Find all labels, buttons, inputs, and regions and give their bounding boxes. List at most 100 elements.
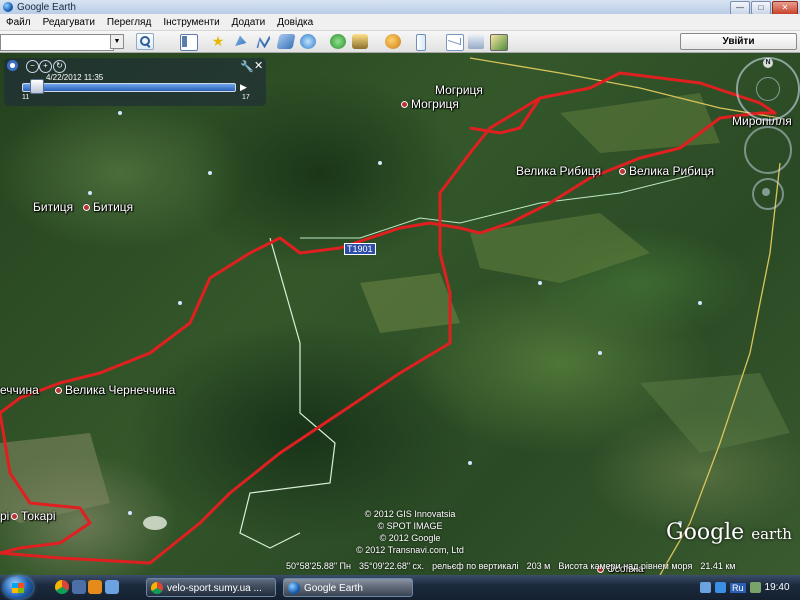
sunlight-icon[interactable]	[352, 34, 368, 49]
network-icon[interactable]	[715, 582, 726, 593]
copyright-line: © 2012 Transnavi.com, Ltd	[356, 545, 464, 555]
image-overlay-icon[interactable]	[276, 34, 296, 49]
place-label-mohrytsia[interactable]: Могриця	[435, 83, 483, 97]
loop-icon[interactable]: ↻	[53, 60, 66, 73]
boundary-line	[300, 172, 701, 239]
time-slider-panel: − + ↻ 🔧 ✕ 4/22/2012 11:35 ▶ 11 17	[4, 58, 266, 106]
menu-edit[interactable]: Редагувати	[37, 17, 101, 28]
logo-earth: earth	[751, 525, 792, 543]
time-slider-track[interactable]	[22, 83, 236, 92]
email-icon[interactable]	[446, 34, 464, 51]
street-view-icon[interactable]	[752, 178, 784, 210]
poi-marker	[538, 281, 542, 285]
place-mohrytsia[interactable]: Могриця	[398, 97, 459, 111]
menu-tools[interactable]: Інструменти	[157, 17, 225, 28]
close-button[interactable]: ✕	[772, 1, 798, 15]
poi-marker	[128, 511, 132, 515]
place-name: Токарі	[21, 509, 56, 523]
menu-add[interactable]: Додати	[226, 17, 272, 28]
map-view[interactable]: Могриця Могриця Миропілля Велика Рибиця …	[0, 53, 800, 575]
time-slider-start: 11	[22, 94, 30, 101]
google-earth-logo: Google earth	[666, 520, 792, 545]
start-button-icon[interactable]	[3, 576, 33, 599]
taskbar: velo-sport.sumy.ua ... Google Earth Ru 1…	[0, 575, 800, 600]
field-patch	[640, 373, 790, 453]
place-velyka-rybytsia[interactable]: Велика Рибиця	[616, 164, 714, 178]
north-icon[interactable]: N	[763, 58, 773, 68]
border-line	[659, 162, 781, 575]
login-button[interactable]: Увійти	[680, 33, 797, 50]
poi-marker	[118, 111, 122, 115]
toolbar: ▼ ★ Увійти	[0, 31, 800, 53]
path-icon[interactable]	[256, 35, 271, 49]
status-bar: 50°58'25.88" Пн 35°09'22.68" сх. рельєф …	[286, 559, 800, 573]
window-title: Google Earth	[17, 1, 76, 13]
window-controls: — □ ✕	[730, 1, 798, 15]
poi-marker	[208, 171, 212, 175]
place-velyka-chernechchyna[interactable]: Велика Чернеччина	[52, 383, 175, 397]
menu-help[interactable]: Довідка	[271, 17, 319, 28]
search-input[interactable]	[0, 34, 114, 51]
app-icon[interactable]	[88, 580, 102, 594]
copyright-line: © 2012 GIS Innovatsia	[364, 509, 456, 519]
planets-icon[interactable]	[385, 34, 401, 49]
volume-icon[interactable]	[749, 582, 761, 593]
place-bytytsia[interactable]: Битиця	[80, 200, 133, 214]
window-icon[interactable]	[105, 580, 119, 594]
place-name: Велика Чернеччина	[65, 383, 176, 397]
menu-view[interactable]: Перегляд	[101, 17, 157, 28]
record-tour-icon[interactable]	[300, 34, 316, 49]
chrome-icon[interactable]	[55, 580, 69, 594]
zoom-in-time-icon[interactable]: +	[39, 60, 52, 73]
placemark-icon[interactable]: ★	[210, 34, 226, 49]
status-elevation: 203 м	[526, 561, 551, 571]
time-slider-handle[interactable]	[30, 79, 44, 94]
search-dropdown-icon[interactable]: ▼	[110, 34, 124, 49]
poi-marker	[598, 351, 602, 355]
poi-marker	[468, 461, 472, 465]
menu-file[interactable]: Файл	[0, 17, 37, 28]
save-icon[interactable]	[72, 580, 86, 594]
poi-marker	[698, 301, 702, 305]
poi-marker	[378, 161, 382, 165]
play-icon[interactable]: ▶	[240, 82, 247, 93]
polygon-icon[interactable]	[235, 35, 247, 46]
copyright-block: © 2012 GIS Innovatsia © SPOT IMAGE © 201…	[340, 508, 480, 556]
field-patch	[360, 273, 460, 333]
wrench-icon[interactable]: 🔧	[240, 60, 254, 73]
google-earth-icon	[3, 2, 13, 12]
ruler-icon[interactable]	[416, 34, 426, 51]
status-altitude: 21.41 км	[700, 561, 736, 571]
road-label: T1901	[344, 243, 376, 255]
move-joystick[interactable]	[744, 126, 792, 174]
status-longitude: 35°09'22.68" сх.	[359, 561, 425, 571]
place-label-chernechchyna-partial[interactable]: еччина	[0, 383, 39, 397]
copyright-line: © 2012 Google	[379, 533, 441, 543]
taskbar-item-browser[interactable]: velo-sport.sumy.ua ...	[146, 578, 276, 597]
clock-icon[interactable]	[7, 60, 18, 71]
clock[interactable]: 19:40	[765, 582, 790, 593]
maximize-button[interactable]: □	[751, 1, 771, 15]
historical-imagery-icon[interactable]	[330, 34, 346, 49]
minimize-button[interactable]: —	[730, 1, 750, 15]
sidebar-icon[interactable]	[180, 34, 198, 51]
place-label-velyka-rybytsia[interactable]: Велика Рибиця	[516, 164, 601, 178]
map-overlay-layer	[0, 57, 790, 575]
language-indicator[interactable]: Ru	[730, 582, 746, 593]
taskbar-item-google-earth[interactable]: Google Earth	[283, 578, 413, 597]
place-label-bytytsia[interactable]: Битиця	[33, 200, 73, 214]
zoom-out-time-icon[interactable]: −	[26, 60, 39, 73]
look-joystick[interactable]	[756, 77, 780, 101]
search-icon[interactable]	[136, 33, 154, 50]
compass-control[interactable]: N	[736, 57, 800, 121]
print-icon[interactable]	[468, 34, 484, 49]
view-in-maps-icon[interactable]	[490, 34, 508, 51]
place-tokari[interactable]: Токарі	[8, 509, 56, 523]
place-name: Велика Рибиця	[629, 164, 715, 178]
boundary-line	[239, 237, 336, 549]
place-name: Битиця	[93, 200, 134, 214]
poi-marker	[178, 301, 182, 305]
close-time-slider-icon[interactable]: ✕	[254, 59, 263, 72]
tray-icon[interactable]	[700, 582, 711, 593]
place-name: Могриця	[411, 97, 459, 111]
